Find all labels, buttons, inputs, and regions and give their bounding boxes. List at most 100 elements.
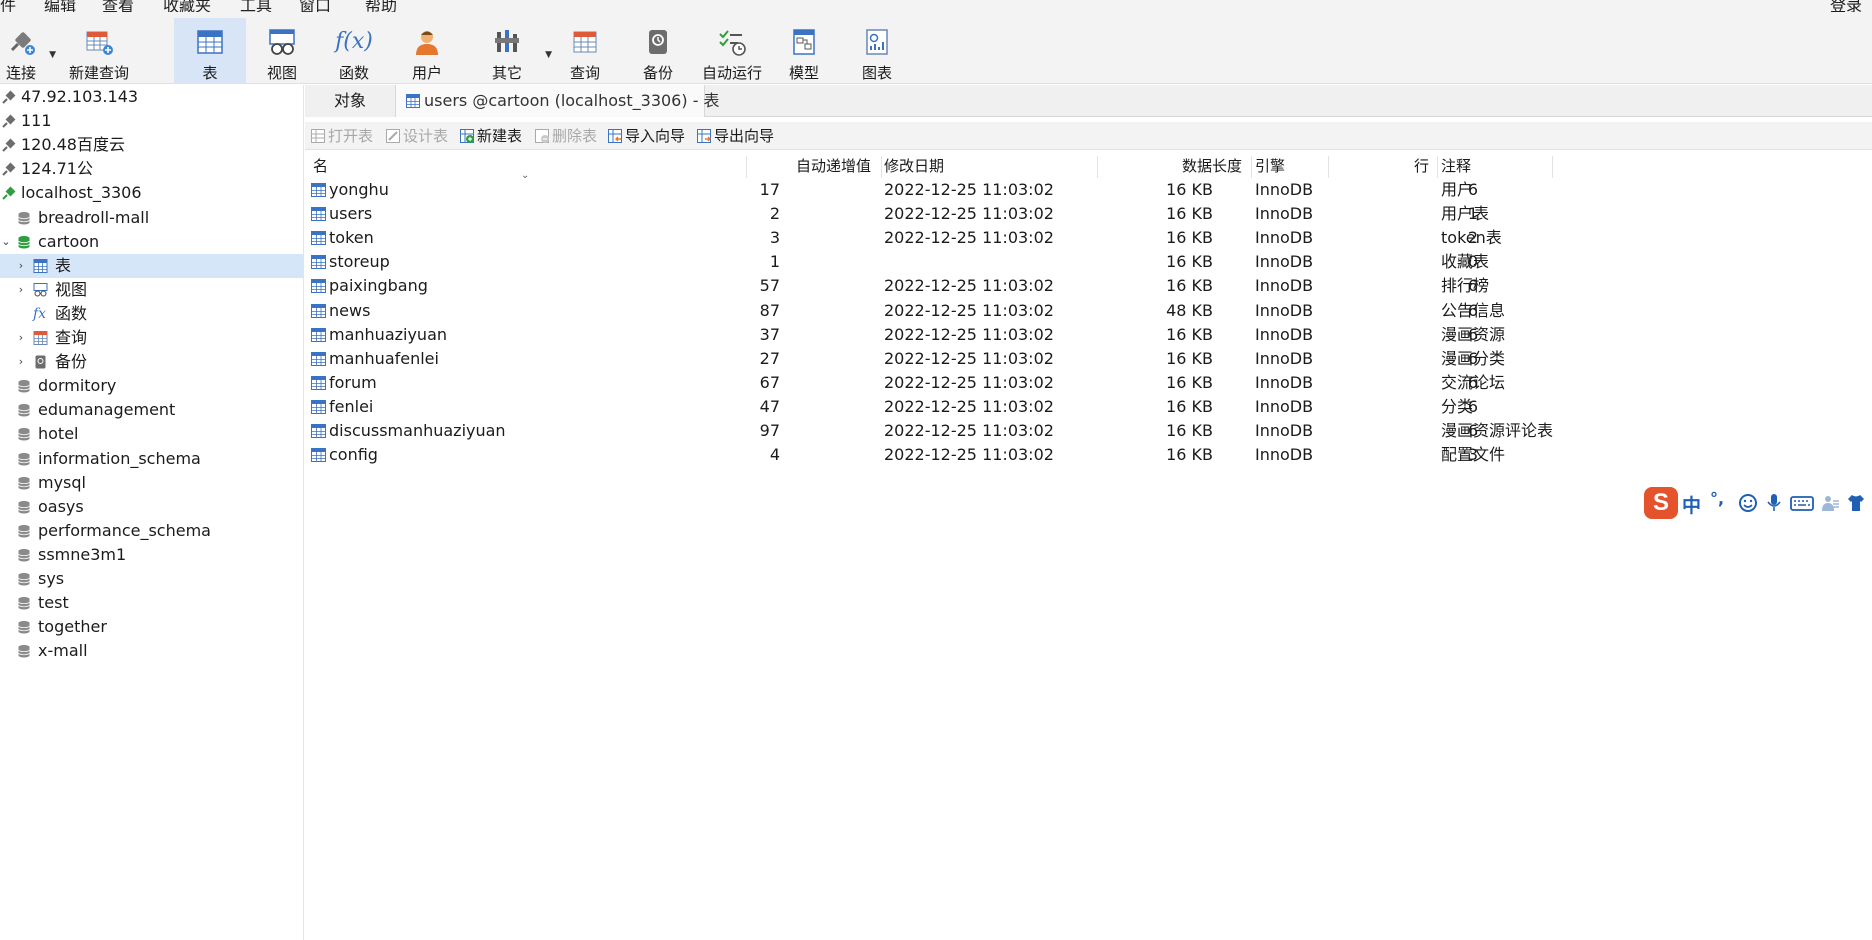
backup-button[interactable]: 备份 xyxy=(626,18,690,84)
view-button[interactable]: 视图 xyxy=(250,18,314,84)
table-row[interactable]: config 4 2022-12-25 11:03:02 16 KB InnoDB 3 配置… xyxy=(305,443,1872,467)
menu-file[interactable]: 件 xyxy=(0,0,16,12)
tree-connection[interactable]: 47.92.103.143 xyxy=(0,85,303,109)
table-row[interactable]: paixingbang 57 2022-12-25 11:03:02 16 KB Inn… xyxy=(305,274,1872,298)
table-list[interactable]: 名 ⌄ 自动递增值 修改日期 数据长度 引擎 行 注释 yonghu 17 2022… xyxy=(305,154,1872,940)
tree-item-functions[interactable]: fx 函数 xyxy=(0,302,303,326)
model-button[interactable]: 模型 xyxy=(772,18,836,84)
table-icon xyxy=(406,94,420,108)
tree-connection[interactable]: 120.48百度云 xyxy=(0,133,303,157)
connection-tree[interactable]: 47.92.103.143 111 120.48百度云 124.71公 localhos… xyxy=(0,85,304,940)
table-row[interactable]: manhuafenlei 27 2022-12-25 11:03:02 16 KB In… xyxy=(305,347,1872,371)
auto-increment-value: 2 xyxy=(769,204,780,223)
column-divider[interactable] xyxy=(1437,156,1438,178)
tree-database[interactable]: performance_schema xyxy=(0,519,303,543)
menubar: 件 编辑 查看 收藏夹 工具 窗口 帮助 登录 xyxy=(0,0,1872,12)
column-header-data-length[interactable]: 数据长度 xyxy=(1182,154,1242,178)
tshirt-icon[interactable] xyxy=(1846,493,1866,513)
column-header-engine[interactable]: 引擎 xyxy=(1255,154,1285,178)
column-header-modified[interactable]: 修改日期 xyxy=(884,154,944,178)
table-button[interactable]: 表 xyxy=(174,18,246,84)
new-query-button[interactable]: 新建查询 xyxy=(66,18,132,84)
column-divider[interactable] xyxy=(1328,156,1329,178)
table-row[interactable]: discussmanhuaziyuan 97 2022-12-25 11:03:02… xyxy=(305,419,1872,443)
expand-chevron-icon[interactable]: › xyxy=(15,350,27,374)
chevron-down-icon[interactable]: ▼ xyxy=(545,50,552,60)
column-divider[interactable] xyxy=(1552,156,1553,178)
table-row[interactable]: forum 67 2022-12-25 11:03:02 16 KB InnoDB 6 交流… xyxy=(305,371,1872,395)
table-row[interactable]: storeup 1 16 KB InnoDB 0 收藏表 xyxy=(305,250,1872,274)
column-divider[interactable] xyxy=(881,156,882,178)
keyboard-icon[interactable] xyxy=(1790,493,1814,513)
column-header-rows[interactable]: 行 xyxy=(1414,154,1429,178)
ime-punct-toggle[interactable]: °, xyxy=(1710,489,1730,509)
expanded-chevron-icon[interactable]: ⌄ xyxy=(0,230,12,254)
chart-button[interactable]: 图表 xyxy=(845,18,909,84)
tree-database[interactable]: dormitory xyxy=(0,374,303,398)
column-header-comment[interactable]: 注释 xyxy=(1441,154,1471,178)
delete-table-button[interactable]: 删除表 xyxy=(535,122,597,150)
sogou-logo-icon[interactable]: S xyxy=(1644,487,1678,519)
column-header-name[interactable]: 名 xyxy=(313,154,328,178)
tree-database[interactable]: together xyxy=(0,615,303,639)
tree-database[interactable]: hotel xyxy=(0,422,303,446)
tree-database[interactable]: oasys xyxy=(0,495,303,519)
tree-item-views[interactable]: › 视图 xyxy=(0,278,303,302)
query-button[interactable]: 查询 xyxy=(553,18,617,84)
tree-database[interactable]: information_schema xyxy=(0,447,303,471)
column-divider[interactable] xyxy=(1251,156,1252,178)
menu-edit[interactable]: 编辑 xyxy=(44,0,76,12)
tree-database-open[interactable]: ⌄ cartoon xyxy=(0,230,303,254)
export-wizard-button[interactable]: 导出向导 xyxy=(697,122,774,150)
chevron-down-icon[interactable]: ▼ xyxy=(49,50,56,60)
menu-view[interactable]: 查看 xyxy=(102,0,134,12)
user-button[interactable]: 用户 xyxy=(395,18,459,84)
data-length: 16 KB xyxy=(1166,204,1213,223)
tree-connection[interactable]: 124.71公 xyxy=(0,157,303,181)
table-row[interactable]: manhuaziyuan 37 2022-12-25 11:03:02 16 KB In… xyxy=(305,323,1872,347)
tree-database[interactable]: ssmne3m1 xyxy=(0,543,303,567)
delete-table-icon xyxy=(535,129,549,143)
tree-database[interactable]: test xyxy=(0,591,303,615)
menu-window[interactable]: 窗口 xyxy=(299,0,331,12)
tree-connection[interactable]: 111 xyxy=(0,109,303,133)
table-row[interactable]: users 2 2022-12-25 11:03:02 16 KB InnoDB 1 用户表 xyxy=(305,202,1872,226)
tree-database[interactable]: edumanagement xyxy=(0,398,303,422)
open-table-button[interactable]: 打开表 xyxy=(311,122,373,150)
emoji-icon[interactable] xyxy=(1738,493,1758,513)
column-divider[interactable] xyxy=(1097,156,1098,178)
tab-objects[interactable]: 对象 xyxy=(305,85,395,117)
tree-database[interactable]: sys xyxy=(0,567,303,591)
tab-users-table[interactable]: users @cartoon (localhost_3306) - 表 xyxy=(395,85,720,117)
tree-connection[interactable]: localhost_3306 xyxy=(0,181,303,205)
other-button[interactable]: 其它 ▼ xyxy=(474,18,552,84)
menu-tools[interactable]: 工具 xyxy=(240,0,272,12)
column-divider[interactable] xyxy=(746,156,747,178)
connect-button[interactable]: 连接 ▼ xyxy=(0,18,56,84)
expand-chevron-icon[interactable]: › xyxy=(15,254,27,278)
column-header-auto-increment[interactable]: 自动递增值 xyxy=(796,154,871,178)
ime-mode-toggle[interactable]: 中 xyxy=(1682,491,1701,518)
microphone-icon[interactable] xyxy=(1764,493,1784,513)
table-row[interactable]: fenlei 47 2022-12-25 11:03:02 16 KB InnoDB 6 分… xyxy=(305,395,1872,419)
table-row[interactable]: news 87 2022-12-25 11:03:02 48 KB InnoDB 6 公告信… xyxy=(305,299,1872,323)
tree-database[interactable]: mysql xyxy=(0,471,303,495)
menu-help[interactable]: 帮助 xyxy=(365,0,397,12)
tree-database[interactable]: x-mall xyxy=(0,639,303,663)
login-button[interactable]: 登录 xyxy=(1830,0,1862,12)
import-wizard-button[interactable]: 导入向导 xyxy=(608,122,685,150)
new-table-button[interactable]: 新建表 xyxy=(460,122,522,150)
tree-item-tables[interactable]: › 表 xyxy=(0,254,303,278)
tree-item-queries[interactable]: › 查询 xyxy=(0,326,303,350)
design-table-button[interactable]: 设计表 xyxy=(386,122,448,150)
skin-icon[interactable] xyxy=(1820,493,1840,513)
expand-chevron-icon[interactable]: › xyxy=(15,326,27,350)
tree-database[interactable]: breadroll-mall xyxy=(0,206,303,230)
table-row[interactable]: token 3 2022-12-25 11:03:02 16 KB InnoDB 2 tok… xyxy=(305,226,1872,250)
function-button[interactable]: f(x) 函数 xyxy=(322,18,386,84)
menu-favorites[interactable]: 收藏夹 xyxy=(163,0,211,12)
tree-item-backups[interactable]: › 备份 xyxy=(0,350,303,374)
expand-chevron-icon[interactable]: › xyxy=(15,278,27,302)
table-row[interactable]: yonghu 17 2022-12-25 11:03:02 16 KB InnoDB 6 用… xyxy=(305,178,1872,202)
automation-button[interactable]: 自动运行 xyxy=(698,18,766,84)
